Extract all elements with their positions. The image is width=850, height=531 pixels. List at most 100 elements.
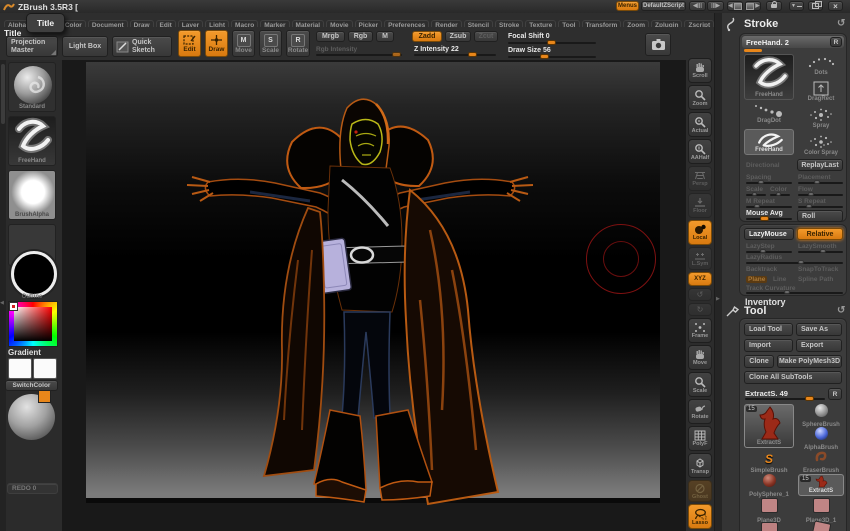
- lock-button[interactable]: [766, 1, 782, 11]
- extract-restore-button[interactable]: R: [828, 388, 842, 400]
- canvas-viewport[interactable]: [62, 60, 686, 531]
- zsub-button[interactable]: Zsub: [445, 31, 471, 42]
- snaptotrack-button[interactable]: SnapToTrack: [798, 266, 838, 273]
- shelf-xyz-button[interactable]: XYZ: [688, 272, 712, 286]
- shelf-aahalf-button[interactable]: AAHalf: [688, 139, 712, 164]
- tool-item-spherebrush[interactable]: SphereBrush: [798, 404, 844, 428]
- shelf-zoom-button[interactable]: Zoom: [688, 85, 712, 110]
- shelf-polyf-button[interactable]: PolyF: [688, 426, 712, 451]
- load-tool-button[interactable]: Load Tool: [744, 323, 793, 336]
- tool-item-alphabrush[interactable]: AlphaBrush: [798, 427, 844, 451]
- shelf-persp-button[interactable]: Persp: [688, 166, 712, 191]
- stroke-refresh-icon[interactable]: ↺: [837, 18, 845, 29]
- tray-collapse-arrow[interactable]: ◀: [0, 300, 4, 306]
- panel-shift-right-button[interactable]: ▶: [745, 1, 761, 11]
- shelf-rotate-axis-1-button[interactable]: ↺: [688, 288, 712, 301]
- m-button[interactable]: M: [376, 31, 394, 42]
- stroke-type-freehand-selected[interactable]: FreeHand: [744, 129, 794, 155]
- scale-button[interactable]: S Scale: [259, 30, 282, 57]
- import-button[interactable]: Import: [744, 339, 793, 352]
- stroke-type-spray[interactable]: Spray: [798, 107, 844, 132]
- tool-item-simplebrush[interactable]: S SimpleBrush: [744, 450, 794, 475]
- spline-path-button[interactable]: Spline Path: [798, 276, 833, 283]
- focal-shift-handle[interactable]: [547, 40, 556, 45]
- rotate-button[interactable]: R Rotate: [286, 30, 310, 57]
- clone-all-subtools-button[interactable]: Clone All SubTools: [744, 371, 842, 384]
- shelf-move-button[interactable]: Move: [688, 345, 712, 370]
- zcut-button[interactable]: Zcut: [474, 31, 498, 42]
- default-zscript-button[interactable]: DefaultZScript: [641, 1, 686, 11]
- shelf-floor-button[interactable]: Floor: [688, 193, 712, 218]
- tool-item-polysphere1[interactable]: PolySphere_1: [744, 474, 794, 498]
- stroke-type-dragrect[interactable]: DragRect: [798, 81, 844, 105]
- redo-button[interactable]: REDO 0: [7, 483, 58, 494]
- move-button[interactable]: M Move: [232, 30, 255, 57]
- replay-last-button[interactable]: ReplayLast: [797, 159, 843, 171]
- minimize-button[interactable]: ▼: [789, 1, 804, 11]
- stroke-box-header[interactable]: FreeHand. 2 R: [742, 36, 844, 48]
- color-ring[interactable]: [11, 251, 57, 297]
- color-swatch-main[interactable]: [8, 358, 32, 379]
- lazyradius-slider[interactable]: LazyRadius: [746, 254, 782, 261]
- light-box-button[interactable]: Light Box: [62, 36, 108, 57]
- stroke-type-dots[interactable]: Dots: [798, 54, 844, 79]
- s-repeat-slider[interactable]: S Repeat: [798, 198, 826, 205]
- tray-scroll-left-button[interactable]: ◀|||: [689, 1, 706, 11]
- rgb-intensity-handle[interactable]: [392, 52, 401, 57]
- clone-button[interactable]: Clone: [744, 355, 774, 368]
- panel-shift-left-button[interactable]: ◀: [727, 1, 743, 11]
- tool-item-plane3d-1[interactable]: Plane3D_1: [798, 498, 844, 524]
- shelf-lasso-button[interactable]: Lasso: [688, 504, 712, 529]
- stroke-box-mini-slider[interactable]: [744, 49, 762, 52]
- sculpt-model[interactable]: [180, 80, 540, 510]
- active-tool-thumbnail[interactable]: 15 ExtractS: [744, 404, 794, 448]
- relative-button[interactable]: Relative: [797, 228, 843, 240]
- shelf-actual-button[interactable]: Actual: [688, 112, 712, 137]
- rgb-button[interactable]: Rgb: [348, 31, 373, 42]
- shelf-rotate-button[interactable]: Rotate: [688, 399, 712, 424]
- shelf-local-button[interactable]: Local: [688, 220, 712, 245]
- export-button[interactable]: Export: [796, 339, 842, 352]
- backtrack-button[interactable]: Backtrack: [746, 266, 777, 273]
- save-as-button[interactable]: Save As: [796, 323, 842, 336]
- directional-button[interactable]: Directional: [746, 162, 780, 169]
- draw-size-handle[interactable]: [540, 54, 549, 59]
- stroke-thumbnail[interactable]: FreeHand: [8, 116, 56, 166]
- left-scrollbar[interactable]: [0, 60, 6, 531]
- shelf-lsym-button[interactable]: L.Sym: [688, 247, 712, 270]
- shelf-scroll-button[interactable]: Scroll: [688, 58, 712, 83]
- close-button[interactable]: ×: [828, 1, 843, 11]
- quick-sketch-button[interactable]: Quick Sketch: [112, 36, 172, 57]
- shelf-transp-button[interactable]: Transp: [688, 453, 712, 478]
- tool-item-extracts[interactable]: 15 ExtractS: [798, 474, 844, 496]
- tray-scroll-right-button[interactable]: |||▶: [707, 1, 724, 11]
- color-picker[interactable]: [8, 301, 58, 347]
- tool-item-plane3d[interactable]: Plane3D: [744, 498, 794, 524]
- draw-button[interactable]: Draw: [205, 30, 228, 57]
- m-repeat-slider[interactable]: M Repeat: [746, 198, 775, 205]
- alpha-thumbnail[interactable]: BrushAlpha: [8, 170, 56, 220]
- menus-button[interactable]: Menus: [616, 1, 639, 11]
- lazysmooth-slider[interactable]: LazySmooth: [798, 243, 837, 250]
- stroke-type-dragdot[interactable]: DragDot: [744, 102, 794, 127]
- plane-button[interactable]: Plane: [746, 276, 768, 283]
- shelf-ghost-button[interactable]: Ghost: [688, 480, 712, 502]
- tool-item-eraserbrush[interactable]: EraserBrush: [798, 450, 844, 474]
- capture-button[interactable]: [645, 33, 671, 56]
- roll-button[interactable]: Roll: [797, 210, 843, 222]
- make-polymesh3d-button[interactable]: Make PolyMesh3D: [777, 355, 842, 368]
- brush-thumbnail[interactable]: Standard: [8, 62, 56, 112]
- stroke-type-color-spray[interactable]: Color Spray: [798, 134, 844, 159]
- edit-button[interactable]: Edit: [178, 30, 201, 57]
- tool-item-plane3d-2[interactable]: Plane3D_2: [798, 520, 844, 531]
- tool-refresh-icon[interactable]: ↺: [837, 305, 845, 316]
- zadd-button[interactable]: Zadd: [412, 31, 442, 42]
- z-intensity-handle[interactable]: [468, 52, 477, 57]
- line-button[interactable]: Line: [773, 276, 786, 283]
- tray-expand-arrow[interactable]: ▶: [716, 296, 720, 302]
- projection-master-button[interactable]: Projection Master: [6, 36, 58, 57]
- shelf-rotate-axis-2-button[interactable]: ↻: [688, 303, 712, 316]
- lazymouse-button[interactable]: LazyMouse: [744, 228, 794, 240]
- shelf-frame-button[interactable]: Frame: [688, 318, 712, 343]
- restore-button[interactable]: [808, 1, 823, 11]
